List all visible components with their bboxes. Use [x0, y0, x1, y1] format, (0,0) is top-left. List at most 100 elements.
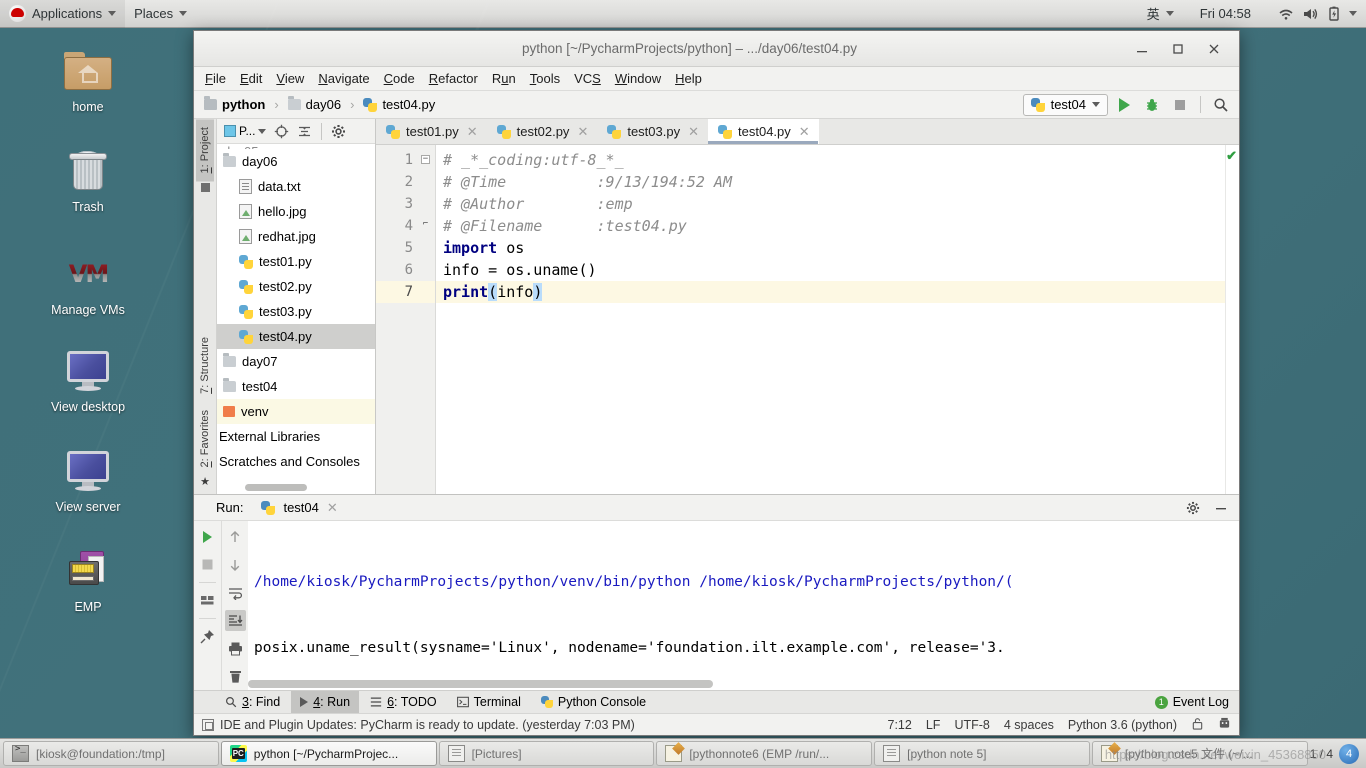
- desktop-icon-manage-vms[interactable]: VM Manage VMs: [28, 248, 148, 317]
- menu-code[interactable]: Code: [377, 69, 422, 88]
- sidebar-item-project[interactable]: 1: Project: [196, 119, 214, 182]
- close-icon[interactable]: ✕: [327, 500, 338, 516]
- scroll-from-source-button[interactable]: [271, 121, 292, 142]
- line-separator[interactable]: LF: [926, 718, 941, 732]
- tree-item-day07[interactable]: day07: [217, 349, 375, 374]
- print-button[interactable]: [225, 638, 246, 659]
- taskbar-item-pictures[interactable]: [Pictures]: [438, 741, 655, 766]
- run-configuration-selector[interactable]: test04: [1022, 93, 1108, 116]
- menu-vcs[interactable]: VCS: [567, 69, 608, 88]
- menu-window[interactable]: Window: [608, 69, 668, 88]
- tree-item-test04[interactable]: test04: [217, 374, 375, 399]
- sidebar-item-structure[interactable]: 7: Structure: [196, 329, 214, 402]
- run-button[interactable]: [1112, 93, 1136, 117]
- tab-test01-py[interactable]: test01.py ✕: [376, 119, 487, 144]
- file-encoding[interactable]: UTF-8: [954, 718, 989, 732]
- breadcrumb-project[interactable]: python: [200, 96, 269, 113]
- tool-button-find[interactable]: 3: Find: [216, 691, 289, 714]
- run-console-output[interactable]: /home/kiosk/PycharmProjects/python/venv/…: [248, 521, 1239, 690]
- menu-view[interactable]: View: [269, 69, 311, 88]
- tree-item-test03-py[interactable]: test03.py: [217, 299, 375, 324]
- window-titlebar[interactable]: python [~/PycharmProjects/python] – .../…: [194, 31, 1239, 67]
- close-icon[interactable]: ✕: [467, 124, 478, 140]
- menu-run[interactable]: Run: [485, 69, 523, 88]
- close-button[interactable]: [1197, 34, 1231, 64]
- tab-test04-py[interactable]: test04.py ✕: [708, 119, 819, 144]
- clear-all-button[interactable]: [225, 666, 246, 687]
- tree-item-redhat-jpg[interactable]: redhat.jpg: [217, 224, 375, 249]
- collapse-all-button[interactable]: [294, 121, 315, 142]
- stop-button[interactable]: [1168, 93, 1192, 117]
- notification-icon[interactable]: [202, 718, 214, 731]
- editor-inspection-gutter[interactable]: ✔: [1225, 145, 1239, 494]
- maximize-button[interactable]: [1161, 34, 1195, 64]
- lock-icon[interactable]: [1191, 717, 1204, 733]
- breadcrumb-file[interactable]: test04.py: [359, 96, 439, 113]
- editor-gutter[interactable]: 1 2 3 4 5 6 7 − ⌐: [376, 145, 436, 494]
- tree-item-scratches[interactable]: Scratches and Consoles: [217, 449, 375, 474]
- tab-test02-py[interactable]: test02.py ✕: [487, 119, 598, 144]
- project-tree-hscrollbar[interactable]: [245, 484, 307, 491]
- input-method-indicator[interactable]: 英: [1138, 0, 1183, 28]
- caret-position[interactable]: 7:12: [888, 718, 912, 732]
- breadcrumb-folder[interactable]: day06: [284, 96, 345, 113]
- tree-item-test04-py[interactable]: test04.py: [217, 324, 375, 349]
- tree-item-test02-py[interactable]: test02.py: [217, 274, 375, 299]
- desktop-icon-view-desktop[interactable]: View desktop: [28, 345, 148, 414]
- project-view-selector[interactable]: P...: [221, 121, 269, 142]
- desktop-icon-home[interactable]: home: [28, 45, 148, 114]
- system-status-menu[interactable]: [1268, 0, 1366, 28]
- close-icon[interactable]: ✕: [799, 124, 810, 140]
- close-icon[interactable]: ✕: [688, 124, 699, 140]
- taskbar-item-pythonnote6[interactable]: [pythonnote6 (EMP /run/...: [656, 741, 873, 766]
- fold-collapse-icon[interactable]: −: [421, 155, 430, 164]
- desktop-icon-view-server[interactable]: View server: [28, 445, 148, 514]
- project-settings-button[interactable]: [328, 121, 349, 142]
- hide-run-window-button[interactable]: [1211, 498, 1231, 518]
- next-occurrence-button[interactable]: [225, 554, 246, 575]
- clock[interactable]: Fri 04:58: [1183, 0, 1268, 28]
- event-log-area[interactable]: 1 Event Log: [1154, 695, 1239, 709]
- status-message[interactable]: IDE and Plugin Updates: PyCharm is ready…: [220, 718, 635, 732]
- run-tab-label[interactable]: test04: [283, 500, 318, 515]
- menu-navigate[interactable]: Navigate: [311, 69, 376, 88]
- stop-run-button[interactable]: [197, 554, 218, 575]
- taskbar-item-python-note5-file[interactable]: [python note5 文件 (~/...: [1091, 741, 1308, 766]
- tree-item-test01-py[interactable]: test01.py: [217, 249, 375, 274]
- tool-button-terminal[interactable]: Terminal: [448, 691, 530, 714]
- menu-edit[interactable]: Edit: [233, 69, 269, 88]
- search-everywhere-button[interactable]: [1209, 93, 1233, 117]
- workspace-indicator[interactable]: 1 / 4: [1310, 747, 1333, 761]
- taskbar-item-pycharm[interactable]: python [~/PycharmProjec...: [220, 741, 437, 766]
- desktop-icon-trash[interactable]: Trash: [28, 145, 148, 214]
- rerun-button[interactable]: [197, 526, 218, 547]
- menu-help[interactable]: Help: [668, 69, 709, 88]
- tree-item-hello-jpg[interactable]: hello.jpg: [217, 199, 375, 224]
- close-icon[interactable]: ✕: [577, 124, 588, 140]
- scroll-to-end-button[interactable]: [224, 610, 246, 631]
- sidebar-item-favorites[interactable]: 2: Favorites: [196, 402, 214, 475]
- project-tree[interactable]: day05 day06 data.txt hello.jpg redhat.jp…: [217, 144, 375, 494]
- inspection-icon[interactable]: [1218, 717, 1231, 733]
- tree-item-data-txt[interactable]: data.txt: [217, 174, 375, 199]
- python-interpreter[interactable]: Python 3.6 (python): [1068, 718, 1177, 732]
- pin-tab-button[interactable]: [197, 626, 218, 647]
- taskbar-item-terminal[interactable]: [kiosk@foundation:/tmp]: [3, 741, 219, 766]
- menu-file[interactable]: File: [198, 69, 233, 88]
- applications-menu[interactable]: Applications: [0, 0, 126, 28]
- console-hscrollbar[interactable]: [248, 680, 713, 688]
- menu-refactor[interactable]: Refactor: [422, 69, 485, 88]
- indent-setting[interactable]: 4 spaces: [1004, 718, 1054, 732]
- run-settings-button[interactable]: [1183, 498, 1203, 518]
- debug-button[interactable]: [1140, 93, 1164, 117]
- minimize-button[interactable]: [1125, 34, 1159, 64]
- menu-tools[interactable]: Tools: [523, 69, 567, 88]
- taskbar-item-python-note-5[interactable]: [python note 5]: [874, 741, 1090, 766]
- tab-test03-py[interactable]: test03.py ✕: [597, 119, 708, 144]
- desktop-icon-emp[interactable]: EMP: [28, 545, 148, 614]
- restore-layout-button[interactable]: [197, 590, 218, 611]
- tool-button-run[interactable]: 4: Run: [291, 690, 360, 714]
- tree-item-external-libraries[interactable]: External Libraries: [217, 424, 375, 449]
- previous-occurrence-button[interactable]: [225, 526, 246, 547]
- places-menu[interactable]: Places: [125, 0, 196, 28]
